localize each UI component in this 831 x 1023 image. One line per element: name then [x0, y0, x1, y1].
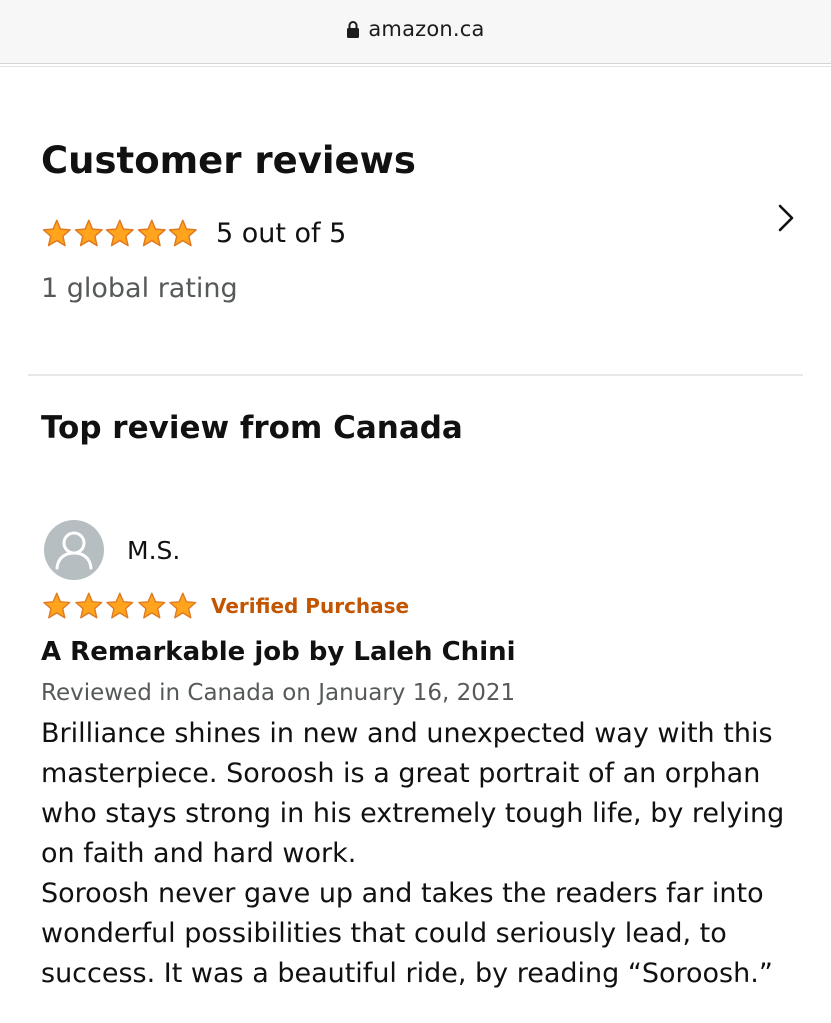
rating-text: 5 out of 5: [215, 218, 347, 249]
star-icon: [137, 219, 166, 247]
user-avatar-icon[interactable]: [44, 520, 104, 580]
star-icon: [106, 592, 134, 619]
star-icon: [74, 219, 103, 247]
url-text: amazon.ca: [368, 17, 485, 41]
chevron-right-icon[interactable]: [775, 203, 797, 233]
avatar-silhouette: [55, 531, 93, 570]
browser-url-bar[interactable]: amazon.ca: [0, 0, 831, 64]
url-bar-divider: [0, 66, 831, 67]
customer-reviews-title: Customer reviews: [41, 139, 416, 182]
summary-stars: [41, 218, 199, 249]
star-icon: [105, 219, 134, 247]
review-body: Brilliance shines in new and unexpected …: [41, 714, 801, 994]
global-rating-count: 1 global rating: [41, 273, 238, 304]
star-icon: [74, 592, 102, 619]
lock-icon: [347, 21, 360, 38]
url-display[interactable]: amazon.ca: [0, 17, 831, 41]
overall-rating-row[interactable]: 5 out of 5: [41, 218, 346, 249]
review-headline[interactable]: A Remarkable job by Laleh Chini: [41, 637, 516, 667]
review-date: Reviewed in Canada on January 16, 2021: [41, 680, 516, 706]
star-icon: [169, 219, 198, 247]
star-icon: [169, 592, 197, 619]
star-icon: [138, 592, 166, 619]
reviewer-name[interactable]: M.S.: [127, 536, 180, 565]
star-icon: [43, 592, 71, 619]
verified-purchase-badge: Verified Purchase: [210, 594, 410, 618]
review-paragraph: Soroosh never gave up and takes the read…: [41, 878, 773, 989]
review-paragraph: Brilliance shines in new and unexpected …: [41, 718, 785, 869]
top-review-heading: Top review from Canada: [41, 410, 463, 446]
star-icon: [42, 219, 71, 247]
review-rating-row: Verified Purchase: [41, 591, 409, 621]
review-stars: [41, 591, 199, 621]
section-divider: [28, 374, 803, 376]
